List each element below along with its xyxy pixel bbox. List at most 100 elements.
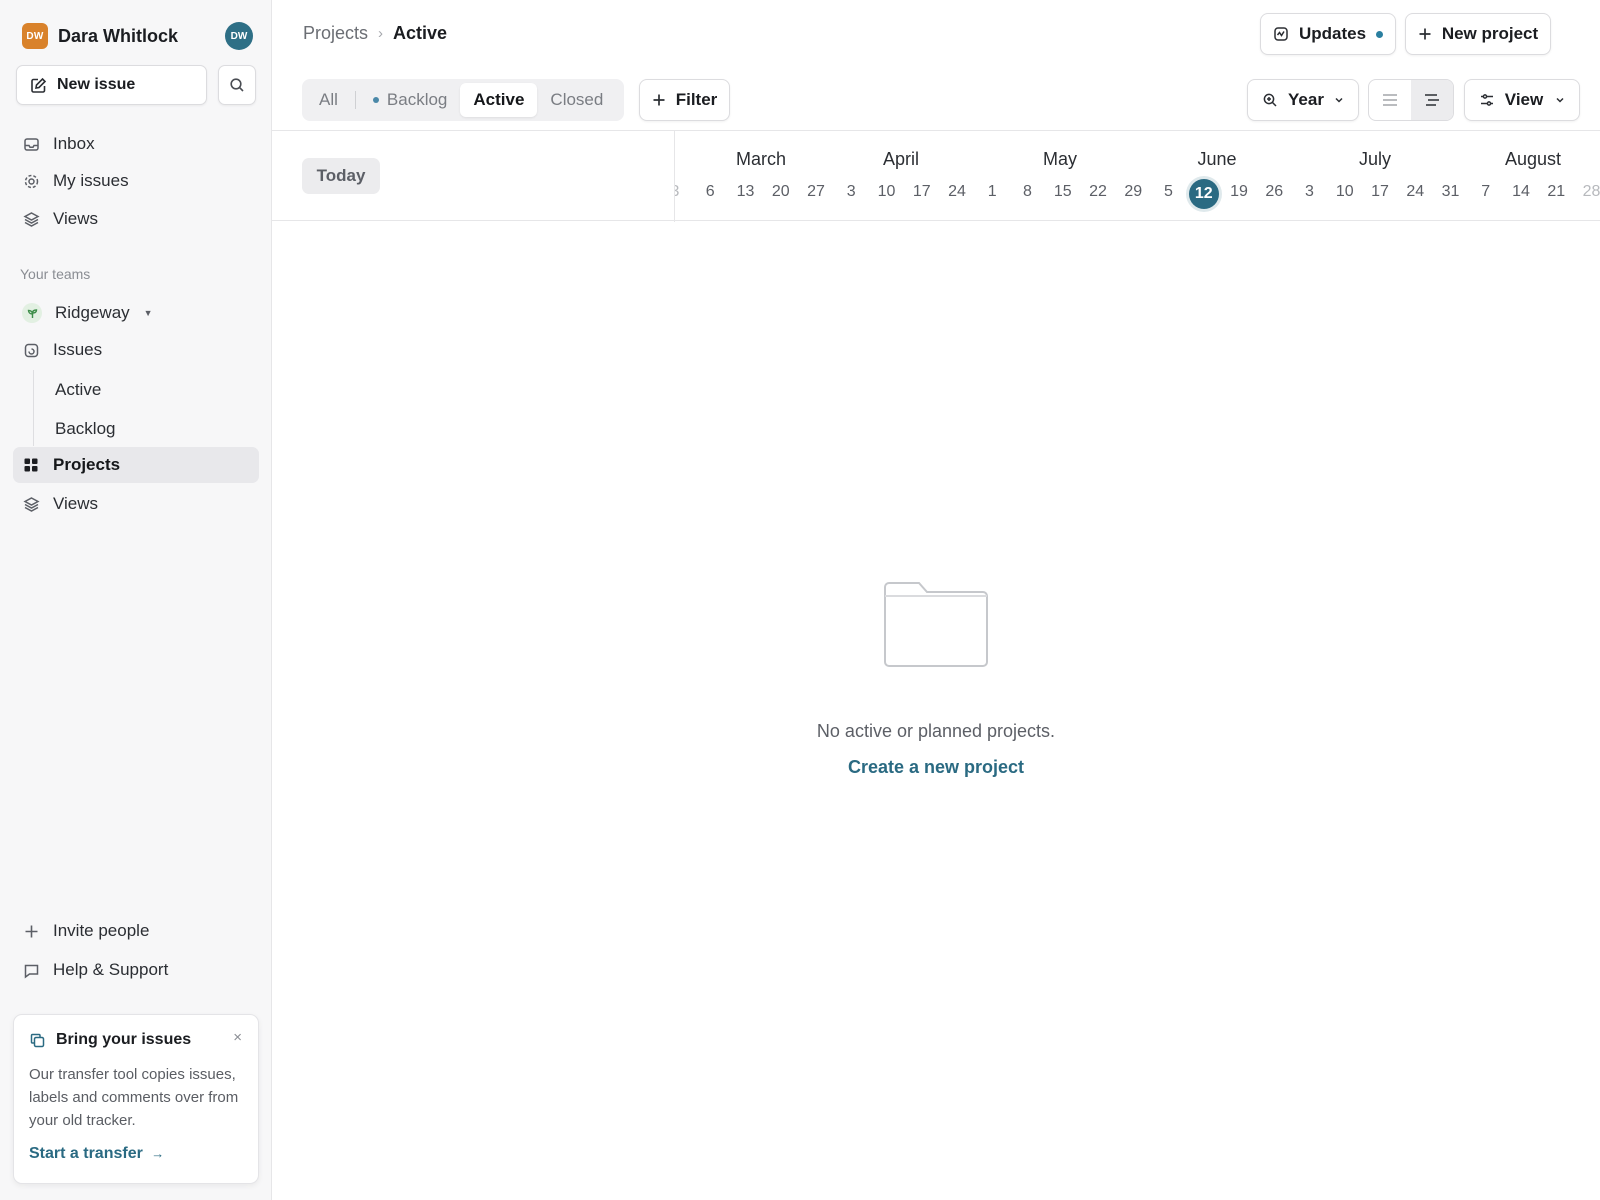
breadcrumb-current: Active: [393, 23, 448, 43]
today-button[interactable]: Today: [302, 158, 380, 194]
timeline-day: 17: [1371, 183, 1389, 200]
plus-icon: [1418, 27, 1432, 41]
list-icon: [1383, 94, 1397, 106]
main-content: Projects › Active Updates New project Al…: [272, 0, 1600, 1200]
sidebar-item-label: Issues: [53, 340, 103, 359]
timeline-day: 19: [1230, 183, 1248, 200]
timeline-day: 7: [1481, 183, 1491, 200]
timeline-month: March: [735, 149, 787, 169]
sidebar-item-label: Views: [53, 209, 99, 228]
timeline-day: 24: [948, 183, 966, 200]
zoom-select[interactable]: Year: [1247, 79, 1359, 121]
sidebar-item-label: Inbox: [53, 134, 95, 153]
sidebar-item-team-views[interactable]: Views: [13, 486, 259, 522]
project-status-tabs: All Backlog Active Closed: [302, 79, 624, 121]
promo-body: Our transfer tool copies issues, labels …: [29, 1066, 239, 1129]
timeline-day: 10: [877, 183, 896, 200]
start-transfer-link[interactable]: Start a transfer →: [29, 1145, 164, 1163]
sidebar-item-label: My issues: [53, 171, 129, 190]
timeline-month: July: [1358, 149, 1392, 169]
sprout-icon: [22, 303, 42, 323]
view-options-button[interactable]: View: [1464, 79, 1580, 121]
invite-people-button[interactable]: Invite people: [13, 913, 259, 949]
timeline-day: 24: [1406, 183, 1425, 200]
sidebar-subitem-backlog[interactable]: Backlog: [55, 419, 115, 439]
tab-divider: [354, 91, 356, 109]
timeline-current-day: 12: [1188, 179, 1219, 209]
pulse-icon: [1273, 26, 1289, 42]
folder-icon: [883, 580, 989, 675]
breadcrumb: Projects › Active: [303, 23, 447, 44]
search-icon: [230, 78, 244, 92]
status-dot-icon: [372, 97, 379, 103]
empty-state-message: No active or planned projects.: [816, 721, 1056, 741]
plus-icon: [22, 922, 40, 940]
promo-link-label: Start a transfer: [29, 1145, 143, 1162]
chevron-down-icon: [1334, 95, 1344, 105]
sidebar-item-label: Projects: [53, 455, 121, 474]
sidebar-item-projects[interactable]: Projects: [13, 447, 259, 483]
timeline-day: 28: [1582, 183, 1600, 200]
timeline-day: 8: [1023, 183, 1032, 200]
search-button[interactable]: [218, 65, 256, 105]
create-project-link: Create a new project: [272, 757, 1600, 778]
create-project-link-text[interactable]: Create a new project: [848, 757, 1024, 777]
timeline-day: 27: [807, 183, 825, 200]
tab-backlog[interactable]: Backlog: [360, 83, 460, 117]
sidebar-subitem-active[interactable]: Active: [55, 380, 101, 400]
timeline-month: May: [1042, 149, 1078, 169]
new-project-button[interactable]: New project: [1405, 13, 1551, 55]
workspace-logo: DW: [22, 23, 48, 49]
sub-nav-divider: [33, 370, 34, 446]
tab-active[interactable]: Active: [460, 83, 538, 117]
view-label: View: [1504, 90, 1544, 109]
import-promo-card: Bring your issues × Our transfer tool co…: [13, 1014, 259, 1184]
timeline-day: 5: [1164, 183, 1173, 200]
timeline-month: August: [1504, 149, 1562, 169]
timeline-day: 29: [1124, 183, 1143, 200]
unread-dot: [1376, 30, 1384, 38]
timeline-icon: [1425, 94, 1439, 106]
updates-button[interactable]: Updates: [1260, 13, 1396, 55]
filter-button[interactable]: Filter: [639, 79, 730, 121]
sidebar-item-issues[interactable]: Issues: [13, 332, 259, 368]
chat-icon: [22, 961, 40, 979]
sidebar-item-inbox[interactable]: Inbox: [13, 126, 259, 162]
team-name: Ridgeway: [55, 303, 130, 322]
help-support-button[interactable]: Help & Support: [13, 952, 259, 988]
timeline-day: 22: [1089, 183, 1107, 200]
timeline-header: Today 3 6 13 20 27 3 10 17 24 1 8 15 22 29 5 12 19 26 3 10 1…: [272, 130, 1600, 222]
teams-section-label: Your teams: [20, 266, 91, 282]
new-issue-button[interactable]: New issue: [16, 65, 207, 105]
zoom-icon: [1262, 92, 1278, 108]
sidebar-item-views[interactable]: Views: [13, 201, 259, 237]
tab-all[interactable]: All: [306, 83, 351, 117]
close-icon[interactable]: ×: [233, 1029, 242, 1046]
timeline-scale[interactable]: 3 6 13 20 27 3 10 17 24 1 8 15 22 29 5 12 19 26 3 10 17 24 31 7…: [675, 131, 1600, 222]
breadcrumb-projects[interactable]: Projects: [303, 23, 368, 44]
timeline-day: 26: [1265, 183, 1284, 200]
timeline-day: 17: [912, 183, 931, 200]
sidebar-team-ridgeway[interactable]: Ridgeway ▼: [13, 295, 259, 331]
timeline-day: 15: [1053, 183, 1072, 200]
timeline-day: 10: [1335, 183, 1354, 200]
avatar[interactable]: DW: [225, 22, 253, 50]
grid-icon: [22, 456, 40, 474]
workspace-switcher[interactable]: DW Dara Whitlock: [22, 22, 178, 50]
new-project-label: New project: [1441, 24, 1539, 43]
chevron-down-icon: [1555, 95, 1565, 105]
list-layout-button[interactable]: [1369, 80, 1411, 120]
timeline-month: June: [1197, 149, 1237, 169]
compose-icon: [31, 77, 47, 93]
tab-closed[interactable]: Closed: [537, 83, 616, 117]
sidebar-item-label: Help & Support: [53, 960, 169, 979]
timeline-day: 21: [1547, 183, 1566, 200]
sidebar-item-my-issues[interactable]: My issues: [13, 163, 259, 199]
sliders-icon: [1479, 92, 1495, 108]
updates-label: Updates: [1298, 24, 1367, 43]
promo-title-text: Bring your issues: [56, 1031, 192, 1048]
timeline-layout-button[interactable]: [1411, 80, 1453, 120]
filter-label: Filter: [675, 90, 718, 109]
timeline-day: 3: [846, 183, 856, 200]
arrow-right-icon: →: [151, 1146, 165, 1161]
